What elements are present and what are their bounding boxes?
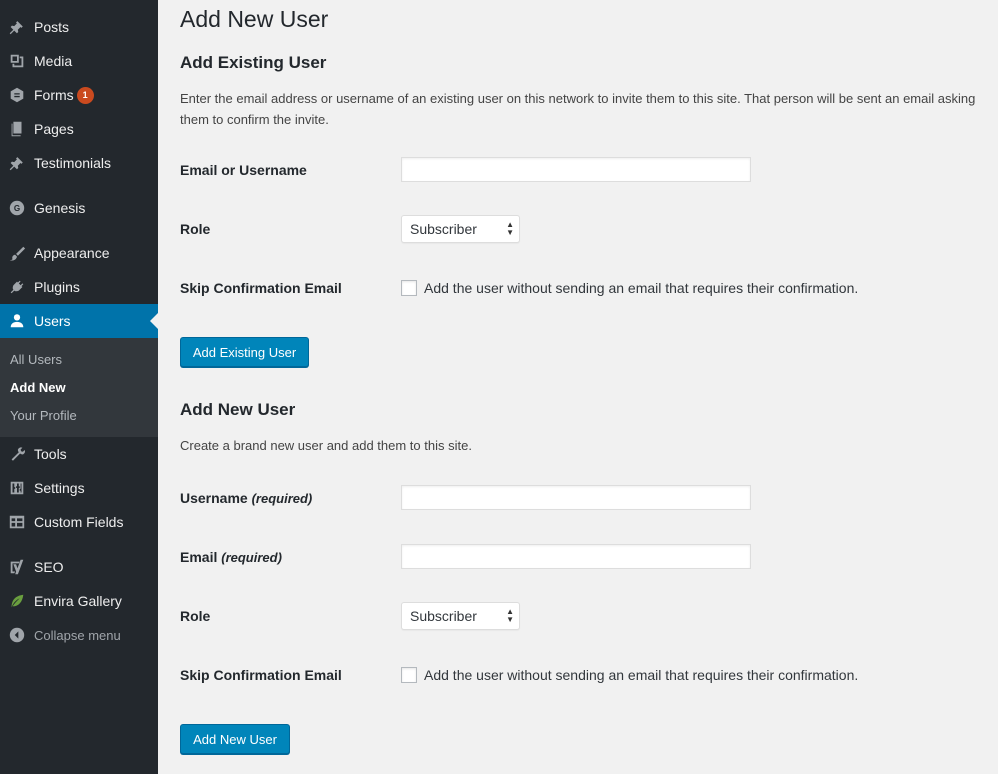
menu-item-genesis[interactable]: G Genesis xyxy=(0,191,158,225)
add-existing-user-description: Enter the email address or username of a… xyxy=(180,91,976,127)
yoast-icon xyxy=(0,550,34,584)
svg-text:G: G xyxy=(14,204,20,213)
existing-role-select[interactable]: Subscriber ▲ ▼ xyxy=(401,215,520,243)
plug-icon xyxy=(0,270,34,304)
menu-item-envira-gallery[interactable]: Envira Gallery xyxy=(0,584,158,618)
forms-count-badge: 1 xyxy=(76,86,94,104)
admin-sidebar: Posts Media Forms 1 Pages Testimonials G… xyxy=(0,0,158,774)
menu-item-tools[interactable]: Tools xyxy=(0,437,158,471)
new-role-select[interactable]: Subscriber ▲ ▼ xyxy=(401,602,520,630)
pin-icon xyxy=(0,146,34,180)
menu-item-forms[interactable]: Forms 1 xyxy=(0,78,158,112)
new-skip-confirmation-text: Add the user without sending an email th… xyxy=(424,667,859,683)
menu-item-appearance[interactable]: Appearance xyxy=(0,236,158,270)
page-title: Add New User xyxy=(180,6,329,32)
existing-skip-confirmation-text: Add the user without sending an email th… xyxy=(424,280,859,296)
menu-item-settings[interactable]: Settings xyxy=(0,471,158,505)
add-existing-user-heading: Add Existing User xyxy=(180,53,327,72)
add-new-user-heading: Add New User xyxy=(180,400,296,419)
user-icon xyxy=(0,304,34,338)
add-new-user-description: Create a brand new user and add them to … xyxy=(180,438,472,453)
add-existing-user-button[interactable]: Add Existing User xyxy=(180,337,309,367)
username-label: Username (required) xyxy=(180,490,313,506)
table-icon xyxy=(0,505,34,539)
select-arrows-icon: ▲ ▼ xyxy=(506,220,514,237)
submenu-all-users[interactable]: All Users xyxy=(10,352,62,367)
genesis-icon: G xyxy=(0,191,34,225)
select-arrows-icon: ▲ ▼ xyxy=(506,607,514,624)
menu-item-seo[interactable]: SEO xyxy=(0,550,158,584)
menu-item-media[interactable]: Media xyxy=(0,44,158,78)
email-or-username-input[interactable] xyxy=(401,157,751,182)
pin-icon xyxy=(0,10,34,44)
menu-item-testimonials[interactable]: Testimonials xyxy=(0,146,158,180)
forms-icon xyxy=(0,78,34,112)
users-submenu: All Users Add New Your Profile xyxy=(0,338,158,437)
new-skip-confirmation-label: Skip Confirmation Email xyxy=(180,667,342,683)
email-input[interactable] xyxy=(401,544,751,569)
menu-item-pages[interactable]: Pages xyxy=(0,112,158,146)
email-label: Email (required) xyxy=(180,549,282,565)
media-icon xyxy=(0,44,34,78)
menu-item-plugins[interactable]: Plugins xyxy=(0,270,158,304)
collapse-arrow-icon xyxy=(0,618,34,652)
new-skip-confirmation-checkbox[interactable] xyxy=(401,667,417,683)
leaf-icon xyxy=(0,584,34,618)
new-role-label: Role xyxy=(180,608,211,624)
menu-item-custom-fields[interactable]: Custom Fields xyxy=(0,505,158,539)
collapse-menu-button[interactable]: Collapse menu xyxy=(0,618,158,652)
username-input[interactable] xyxy=(401,485,751,510)
settings-icon xyxy=(0,471,34,505)
wrench-icon xyxy=(0,437,34,471)
existing-skip-confirmation-label: Skip Confirmation Email xyxy=(180,280,342,296)
brush-icon xyxy=(0,236,34,270)
existing-role-label: Role xyxy=(180,221,211,237)
submenu-your-profile[interactable]: Your Profile xyxy=(10,408,77,423)
menu-item-posts[interactable]: Posts xyxy=(0,10,158,44)
menu-item-users[interactable]: Users xyxy=(0,304,158,338)
email-or-username-label: Email or Username xyxy=(180,162,307,178)
submenu-add-new[interactable]: Add New xyxy=(10,380,66,395)
existing-skip-confirmation-checkbox[interactable] xyxy=(401,280,417,296)
pages-icon xyxy=(0,112,34,146)
add-new-user-button[interactable]: Add New User xyxy=(180,724,290,754)
